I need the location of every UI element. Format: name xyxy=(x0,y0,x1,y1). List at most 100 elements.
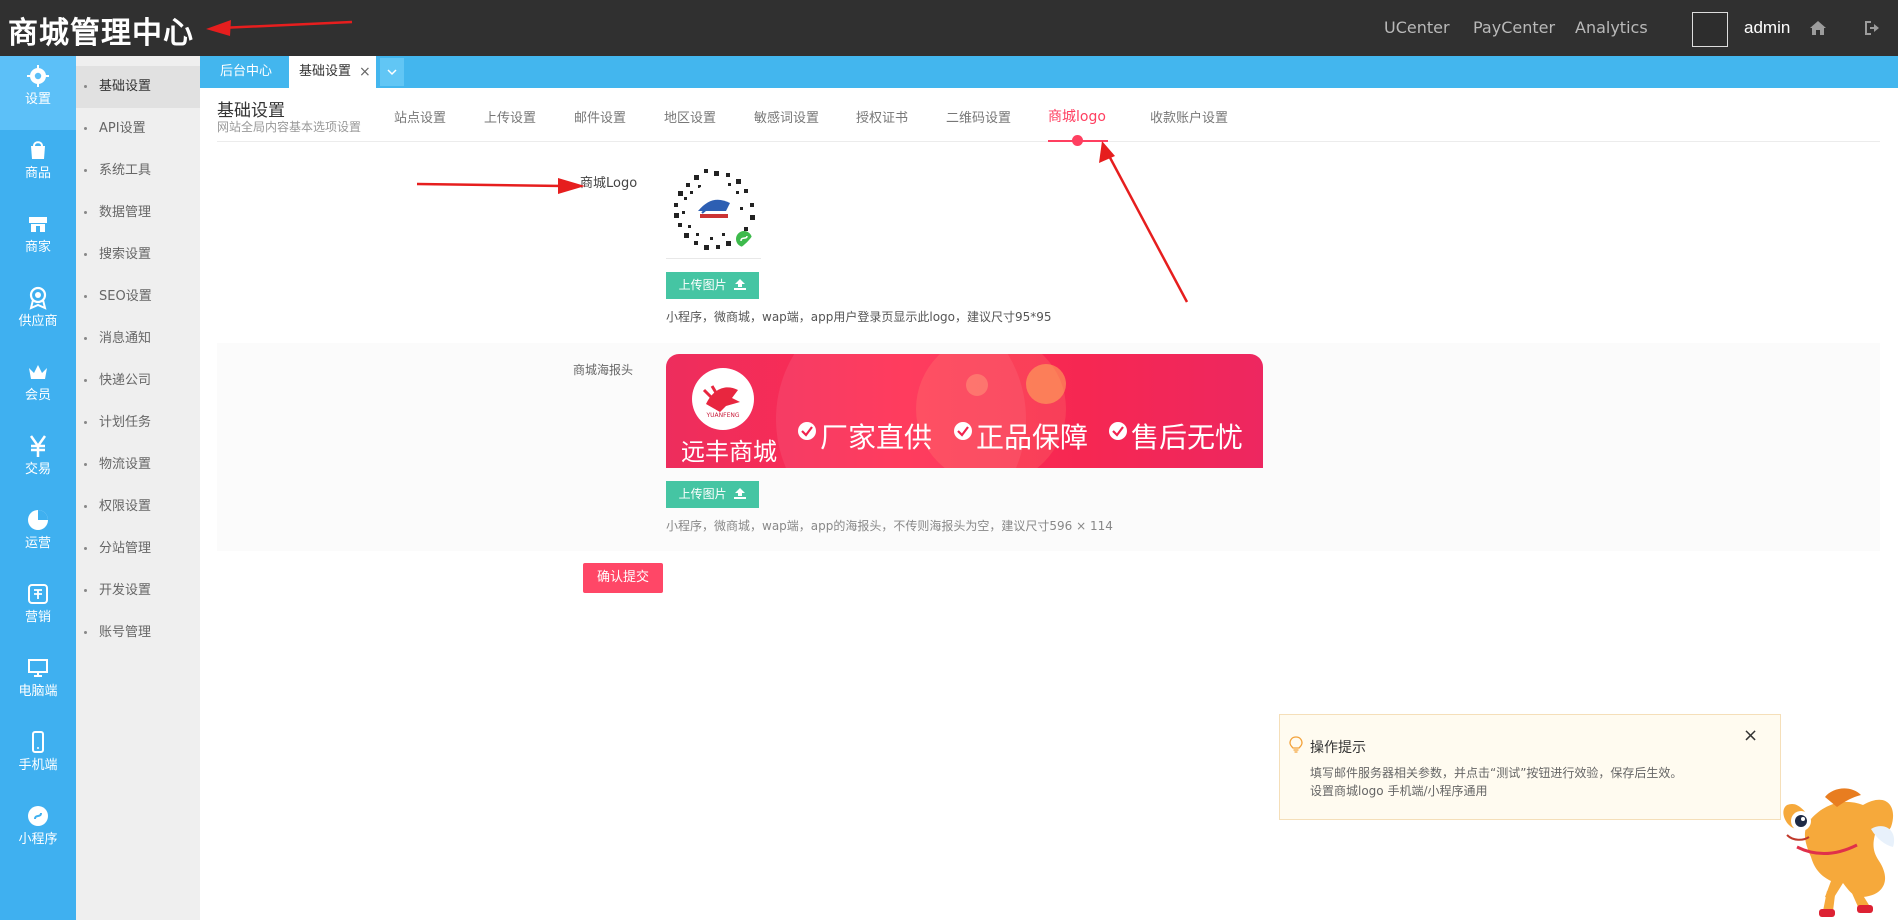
crown-icon xyxy=(29,365,47,379)
subnav-item-api[interactable]: API设置 xyxy=(76,108,200,150)
nav-marketing[interactable]: 营销 xyxy=(0,574,76,648)
tabs-more-button[interactable] xyxy=(380,58,404,86)
tab-admin-center[interactable]: 后台中心 xyxy=(220,56,272,88)
nav-miniapp[interactable]: 小程序 xyxy=(0,796,76,870)
tab-license[interactable]: 授权证书 xyxy=(856,107,908,126)
subnav-label: 数据管理 xyxy=(99,205,152,220)
bullet-icon xyxy=(84,295,87,298)
nav-label-marketing: 营销 xyxy=(24,610,51,625)
tip-line-2: 设置商城logo 手机端/小程序通用 xyxy=(1310,784,1488,798)
tab-upload[interactable]: 上传设置 xyxy=(484,107,536,126)
nav-pc[interactable]: 电脑端 xyxy=(0,648,76,722)
poster-upload-button[interactable]: 上传图片 xyxy=(666,481,759,508)
tab-qrcode[interactable]: 二维码设置 xyxy=(946,107,1011,126)
annotation-arrow-logo xyxy=(416,178,585,194)
subnav-item-account[interactable]: 账号管理 xyxy=(76,612,200,654)
submit-button[interactable]: 确认提交 xyxy=(583,563,663,593)
check-icon xyxy=(798,422,816,440)
nav-settings[interactable]: 设置 xyxy=(0,56,76,130)
avatar[interactable] xyxy=(1692,12,1728,47)
poster-label: 商城海报头 xyxy=(573,363,634,377)
bullet-icon xyxy=(84,589,87,592)
tab-sensitive-words[interactable]: 敏感词设置 xyxy=(754,107,819,126)
poster-logo: YUANFENG xyxy=(692,368,754,430)
poster-logo-text: YUANFENG xyxy=(706,412,740,419)
poster-brand-text: 远丰商城 xyxy=(681,438,777,466)
tab-basic-settings[interactable]: 基础设置 × xyxy=(289,56,376,88)
subnav-label: 搜索设置 xyxy=(99,247,152,262)
nav-mobile[interactable]: 手机端 xyxy=(0,722,76,796)
nav-label-supplier: 供应商 xyxy=(18,314,58,329)
subnav-item-branch[interactable]: 分站管理 xyxy=(76,528,200,570)
miniapp-icon xyxy=(28,806,48,826)
bullet-icon xyxy=(84,379,87,382)
subnav-item-basic[interactable]: 基础设置 xyxy=(76,66,200,108)
pie-icon xyxy=(28,510,48,530)
nav-goods[interactable]: 商品 xyxy=(0,130,76,204)
analytics-link[interactable]: Analytics xyxy=(1575,18,1648,37)
horse-logo-icon xyxy=(702,385,740,412)
operation-tip: 操作提示 填写邮件服务器相关参数，并点击“测试”按钮进行效验，保存后生效。 设置… xyxy=(1279,714,1781,820)
nav-trade[interactable]: 交易 xyxy=(0,426,76,500)
nav-label-pc: 电脑端 xyxy=(18,684,58,699)
bullet-icon xyxy=(84,463,87,466)
subnav-item-express[interactable]: 快递公司 xyxy=(76,360,200,402)
poster-slogan-1: 厂家直供 xyxy=(820,421,933,454)
ucenter-link[interactable]: UCenter xyxy=(1384,18,1450,37)
subnav-item-plan[interactable]: 计划任务 xyxy=(76,402,200,444)
subnav-item-permission[interactable]: 权限设置 xyxy=(76,486,200,528)
username[interactable]: admin xyxy=(1744,18,1790,38)
subnav-item-data[interactable]: 数据管理 xyxy=(76,192,200,234)
poster-decoration xyxy=(1026,364,1066,404)
tip-line-1: 填写邮件服务器相关参数，并点击“测试”按钮进行效验，保存后生效。 xyxy=(1310,766,1683,780)
promo-icon xyxy=(28,584,48,604)
bullet-icon xyxy=(84,505,87,508)
close-icon[interactable]: × xyxy=(359,56,371,88)
nav-supplier[interactable]: 供应商 xyxy=(0,278,76,352)
subnav-item-logistics[interactable]: 物流设置 xyxy=(76,444,200,486)
bullet-icon xyxy=(84,211,87,214)
poster-header-image: YUANFENG 远丰商城 厂家直供 正品保障 售后无忧 xyxy=(666,354,1263,468)
nav-member[interactable]: 会员 xyxy=(0,352,76,426)
nav-operation[interactable]: 运营 xyxy=(0,500,76,574)
subnav-item-seo[interactable]: SEO设置 xyxy=(76,276,200,318)
subnav-label: 计划任务 xyxy=(99,415,152,430)
bullet-icon xyxy=(84,169,87,172)
bag-icon xyxy=(31,141,45,159)
tab-mall-logo[interactable]: 商城logo xyxy=(1048,106,1106,126)
checkmark-icon xyxy=(801,426,813,437)
subnav-item-message[interactable]: 消息通知 xyxy=(76,318,200,360)
poster-help-text: 小程序，微商城，wap端，app的海报头，不传则海报头为空，建议尺寸596 × … xyxy=(666,519,1113,533)
subnav-item-develop[interactable]: 开发设置 xyxy=(76,570,200,612)
close-icon[interactable]: × xyxy=(1743,725,1758,746)
tab-site[interactable]: 站点设置 xyxy=(394,107,446,126)
tab-mail[interactable]: 邮件设置 xyxy=(574,107,626,126)
chevron-down-icon xyxy=(387,69,397,76)
bullet-icon xyxy=(84,85,87,88)
checkmark-icon xyxy=(957,426,969,437)
upload-icon xyxy=(734,488,747,499)
logout-icon[interactable] xyxy=(1862,18,1882,38)
nav-label-goods: 商品 xyxy=(24,166,51,181)
checkmark-icon xyxy=(1112,426,1124,437)
poster-decoration xyxy=(966,374,988,396)
tab-region[interactable]: 地区设置 xyxy=(664,107,716,126)
check-icon xyxy=(1109,422,1127,440)
logo-divider xyxy=(666,258,761,259)
subnav-label: 物流设置 xyxy=(99,457,152,472)
home-icon[interactable] xyxy=(1808,18,1828,38)
nav-merchant[interactable]: 商家 xyxy=(0,204,76,278)
subnav-label: 消息通知 xyxy=(99,331,152,346)
check-icon xyxy=(954,422,972,440)
logo-help-text: 小程序，微商城，wap端，app用户登录页显示此logo，建议尺寸95*95 xyxy=(666,310,1052,324)
logo-upload-button[interactable]: 上传图片 xyxy=(666,272,759,299)
tab-payment-account[interactable]: 收款账户设置 xyxy=(1150,107,1228,126)
subnav-item-search[interactable]: 搜索设置 xyxy=(76,234,200,276)
monitor-icon xyxy=(28,659,48,677)
subnav-item-tools[interactable]: 系统工具 xyxy=(76,150,200,192)
nav-label-merchant: 商家 xyxy=(24,240,51,255)
nav-label-member: 会员 xyxy=(24,388,51,403)
paycenter-link[interactable]: PayCenter xyxy=(1473,18,1555,37)
nav-label-mobile: 手机端 xyxy=(18,758,58,773)
tab-label: 基础设置 xyxy=(299,64,352,79)
